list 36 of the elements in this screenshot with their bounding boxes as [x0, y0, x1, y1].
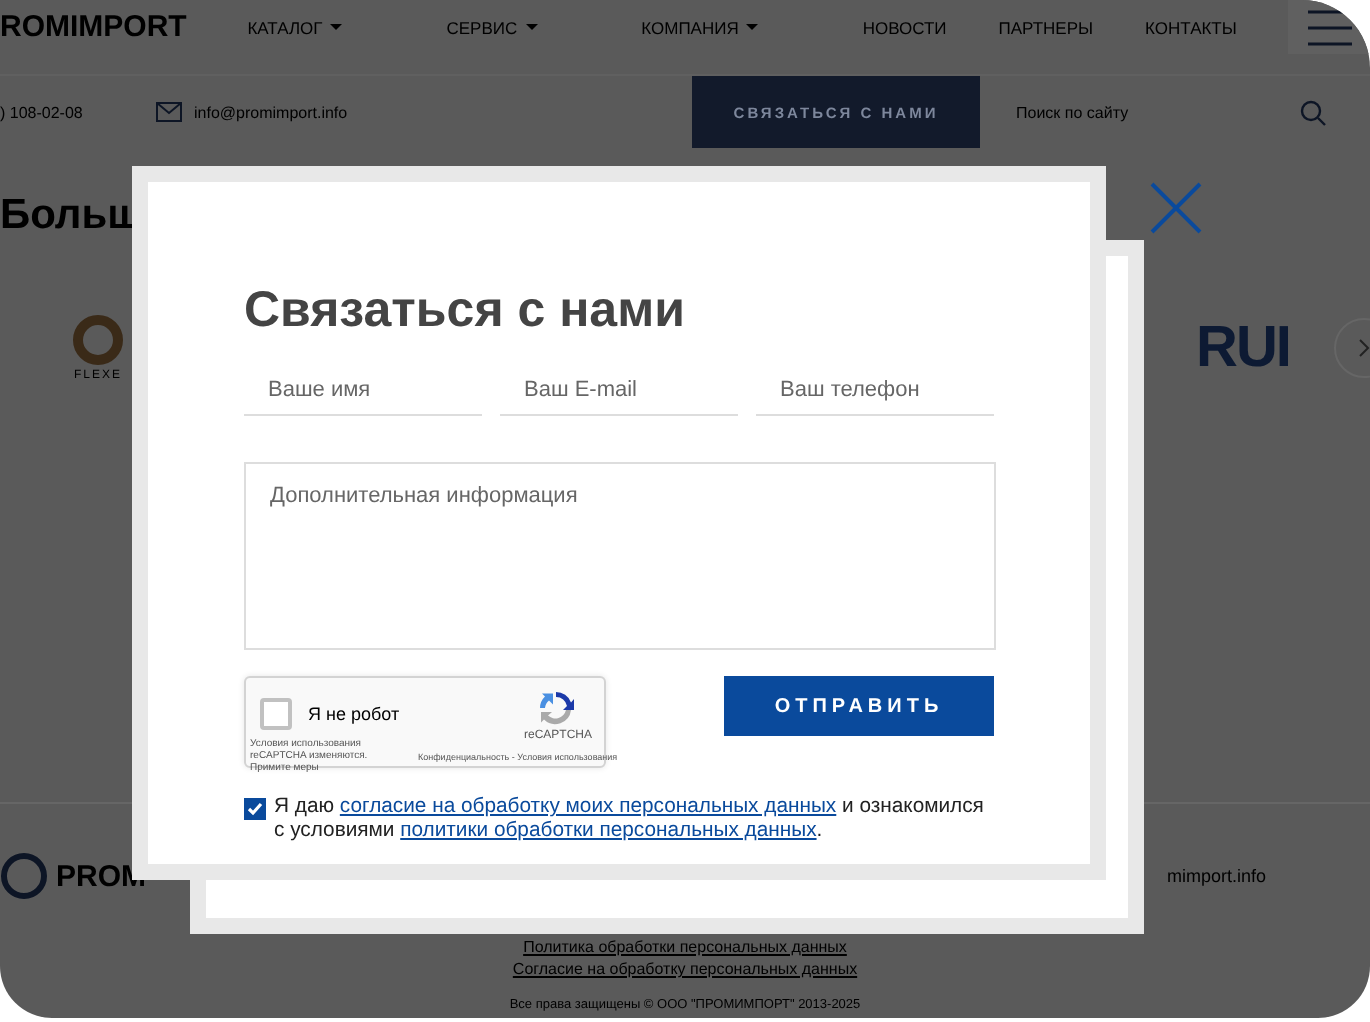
nav-item[interactable]: СЕРВИС — [446, 17, 590, 37]
footer-link[interactable]: Согласие на обработку персональных данных — [512, 958, 858, 980]
consent-link[interactable]: политики обработки персональных данных — [400, 820, 817, 842]
menu-button[interactable] — [1288, 0, 1370, 54]
nav-item[interactable]: НОВОСТИ — [862, 17, 947, 37]
nav-item[interactable]: КАТАЛОГ — [247, 17, 395, 37]
nav-item[interactable]: КОНТАКТЫ — [1145, 17, 1237, 37]
site-logo[interactable]: ROMIMPORT — [0, 10, 248, 44]
phone-number[interactable]: ) 108-02-08 — [0, 103, 156, 121]
footer-email[interactable]: mimport.info — [1166, 866, 1266, 886]
consent-text: Я даю согласие на обработку моих персональных данных и ознакомился с условиями политики обработки персональных данных. — [274, 796, 986, 844]
input-field[interactable]: Ваш телефон — [756, 364, 994, 416]
captcha-label: Я не робот — [308, 704, 400, 724]
submit-button[interactable]: ОТПРАВИТЬ — [724, 676, 994, 736]
footer-link[interactable]: Политика обработки персональных данных — [523, 936, 847, 958]
search-icon[interactable] — [1300, 99, 1326, 125]
modal-title: Связаться с нами — [244, 282, 687, 340]
brand-logo: RUI — [1196, 315, 1290, 381]
consent-link[interactable]: согласие на обработку моих персональных данных — [339, 796, 837, 818]
search-field[interactable]: Поиск по сайту — [1012, 101, 1280, 123]
caret-icon — [746, 24, 759, 30]
input-field[interactable]: Ваше имя — [244, 364, 482, 416]
captcha-checkbox[interactable] — [260, 698, 292, 730]
caret-icon — [330, 24, 343, 30]
caret-icon — [525, 24, 538, 30]
chevron-right-icon — [1358, 338, 1370, 358]
additional-info-field[interactable]: Дополнительная информация — [244, 462, 996, 650]
email-link[interactable]: info@promimport.info — [194, 103, 348, 121]
nav-item[interactable]: КОМПАНИЯ — [641, 17, 811, 37]
recaptcha-logo-icon — [536, 688, 576, 728]
input-field[interactable]: Ваш E-mail — [500, 364, 738, 416]
consent-checkbox[interactable] — [244, 798, 266, 820]
nav-item[interactable]: ПАРТНЕРЫ — [998, 17, 1094, 37]
envelope-icon — [156, 102, 182, 122]
logo-mark-icon — [0, 852, 48, 900]
menu-icon — [1307, 9, 1352, 45]
